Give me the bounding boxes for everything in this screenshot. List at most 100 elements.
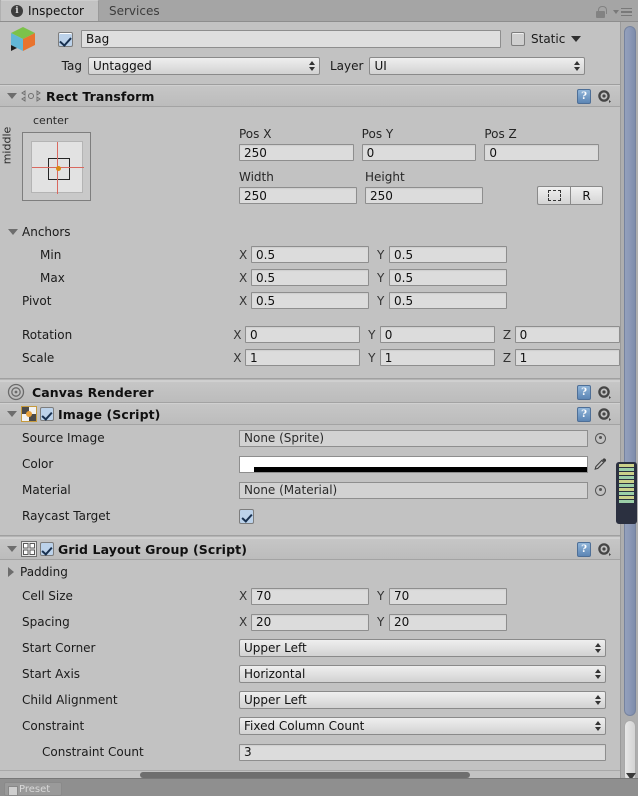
height-input[interactable]: 250 (365, 187, 483, 204)
foldout-arrow-icon[interactable] (7, 411, 17, 417)
pivot-x-input[interactable]: 0.5 (251, 292, 369, 309)
material-objectfield[interactable]: None (Material) (239, 481, 588, 499)
help-icon[interactable]: ? (577, 406, 591, 422)
lock-icon[interactable] (595, 6, 607, 18)
anchor-max-x-input[interactable]: 0.5 (251, 269, 369, 286)
foldout-arrow-icon[interactable] (8, 228, 18, 235)
component-header-rect-transform[interactable]: Rect Transform ? (0, 85, 620, 107)
source-image-objectfield[interactable]: None (Sprite) (239, 429, 588, 447)
preset-button[interactable]: Preset (4, 782, 62, 796)
scale-z-input[interactable]: 1 (514, 349, 621, 366)
help-icon[interactable]: ? (577, 384, 591, 400)
static-checkbox[interactable] (511, 32, 525, 46)
pos-y-input[interactable]: 0 (361, 144, 477, 161)
spacing-x-input[interactable]: 20 (251, 613, 369, 631)
component-title: Rect Transform (46, 88, 155, 104)
tab-inspector[interactable]: i Inspector (0, 0, 99, 21)
vertical-scrollbar[interactable] (620, 22, 638, 796)
gear-icon[interactable] (598, 542, 611, 556)
spacing-y-input[interactable]: 20 (389, 613, 507, 631)
component-header-canvas-renderer[interactable]: Canvas Renderer ? (0, 381, 620, 403)
foldout-arrow-icon[interactable] (7, 93, 17, 99)
gear-icon[interactable] (598, 385, 611, 399)
tab-services[interactable]: Services (99, 0, 174, 21)
child-alignment-dropdown[interactable]: Upper Left (239, 691, 606, 709)
scale-x-input[interactable]: 1 (244, 349, 361, 366)
rotation-z-input[interactable]: 0 (514, 326, 621, 343)
scale-y-input[interactable]: 1 (379, 349, 495, 366)
tab-bar-actions (595, 6, 638, 21)
pivot-label: Pivot (22, 293, 52, 308)
raycast-target-label: Raycast Target (22, 509, 111, 523)
component-title: Image (Script) (58, 406, 161, 422)
width-label: Width (239, 170, 274, 184)
rect-transform-icon (21, 88, 41, 104)
hamburger-menu-icon[interactable] (613, 7, 632, 17)
axis-y-label: Y (368, 350, 376, 365)
rect-transform-body: center middle Pos X Pos Y Pos Z 250 0 0 … (0, 107, 620, 220)
anchor-max-y-input[interactable]: 0.5 (389, 269, 507, 286)
scrollbar-thumb[interactable] (624, 26, 636, 716)
object-picker-icon[interactable] (595, 432, 606, 444)
raw-edit-mode-button[interactable]: R (570, 186, 603, 205)
tag-dropdown[interactable]: Untagged (88, 57, 320, 75)
size-fields-row: 250 250 (239, 187, 489, 204)
cell-size-x-input[interactable]: 70 (251, 587, 369, 605)
axis-x-label: X (239, 615, 248, 629)
component-header-actions: ? (577, 406, 620, 422)
cell-size-row: Cell Size X 70 Y 70 (0, 583, 620, 609)
foldout-arrow-icon[interactable] (7, 546, 17, 552)
cell-size-y-input[interactable]: 70 (389, 587, 507, 605)
gameobject-enabled-checkbox[interactable] (58, 31, 73, 47)
constraint-count-input[interactable]: 3 (239, 743, 606, 761)
component-header-actions: ? (577, 384, 620, 400)
anchor-min-row: Min X 0.5 Y 0.5 (0, 243, 620, 266)
component-title: Canvas Renderer (32, 384, 154, 400)
rotation-x-input[interactable]: 0 (244, 326, 361, 343)
color-swatch-field[interactable] (239, 455, 588, 473)
chevron-updown-icon (595, 669, 601, 679)
anchor-preset-widget[interactable] (22, 132, 91, 201)
pivot-y-input[interactable]: 0.5 (389, 292, 507, 309)
static-dropdown-caret-icon[interactable] (571, 36, 582, 42)
rotation-y-input[interactable]: 0 (379, 326, 495, 343)
layer-dropdown[interactable]: UI (369, 57, 586, 75)
pos-x-input[interactable]: 250 (239, 144, 354, 161)
info-icon: i (11, 5, 23, 17)
foldout-arrow-icon[interactable] (8, 566, 14, 577)
start-corner-dropdown[interactable]: Upper Left (239, 639, 606, 657)
image-enabled-checkbox[interactable] (40, 407, 54, 421)
gear-icon[interactable] (598, 407, 611, 421)
help-icon[interactable]: ? (577, 541, 591, 557)
eyedropper-icon[interactable] (593, 457, 607, 472)
component-header-grid-layout-group[interactable]: Grid Layout Group (Script) ? (0, 538, 620, 560)
constraint-dropdown[interactable]: Fixed Column Count (239, 717, 606, 735)
help-icon[interactable]: ? (577, 88, 591, 104)
component-list: Rect Transform ? center middle Pos X Pos… (0, 85, 621, 771)
component-divider (0, 770, 620, 771)
axis-z-label: Z (502, 327, 512, 342)
padding-foldout-row[interactable]: Padding (0, 560, 620, 583)
pos-z-input[interactable]: 0 (484, 144, 600, 161)
object-picker-icon[interactable] (595, 484, 606, 496)
gameobject-name-input[interactable]: Bag (81, 30, 501, 48)
component-header-image[interactable]: Image (Script) ? (0, 403, 620, 425)
raycast-target-checkbox[interactable] (239, 508, 254, 524)
width-input[interactable]: 250 (239, 187, 357, 204)
anchors-foldout-row[interactable]: Anchors (0, 220, 620, 243)
raycast-target-row: Raycast Target (0, 503, 620, 529)
start-axis-dropdown[interactable]: Horizontal (239, 665, 606, 683)
anchor-min-y-input[interactable]: 0.5 (389, 246, 507, 263)
gear-icon[interactable] (598, 89, 611, 103)
position-fields-row: 250 0 0 (239, 144, 600, 161)
source-image-label: Source Image (22, 431, 105, 445)
blueprint-mode-button[interactable] (537, 186, 570, 205)
padding-label: Padding (20, 564, 68, 579)
anchor-min-label: Min (40, 247, 62, 262)
grid-layout-enabled-checkbox[interactable] (40, 542, 54, 556)
anchor-min-x-input[interactable]: 0.5 (251, 246, 369, 263)
anchor-preset-horizontal-label: center (33, 114, 69, 127)
layer-label: Layer (330, 59, 364, 73)
chevron-updown-icon (595, 695, 601, 705)
